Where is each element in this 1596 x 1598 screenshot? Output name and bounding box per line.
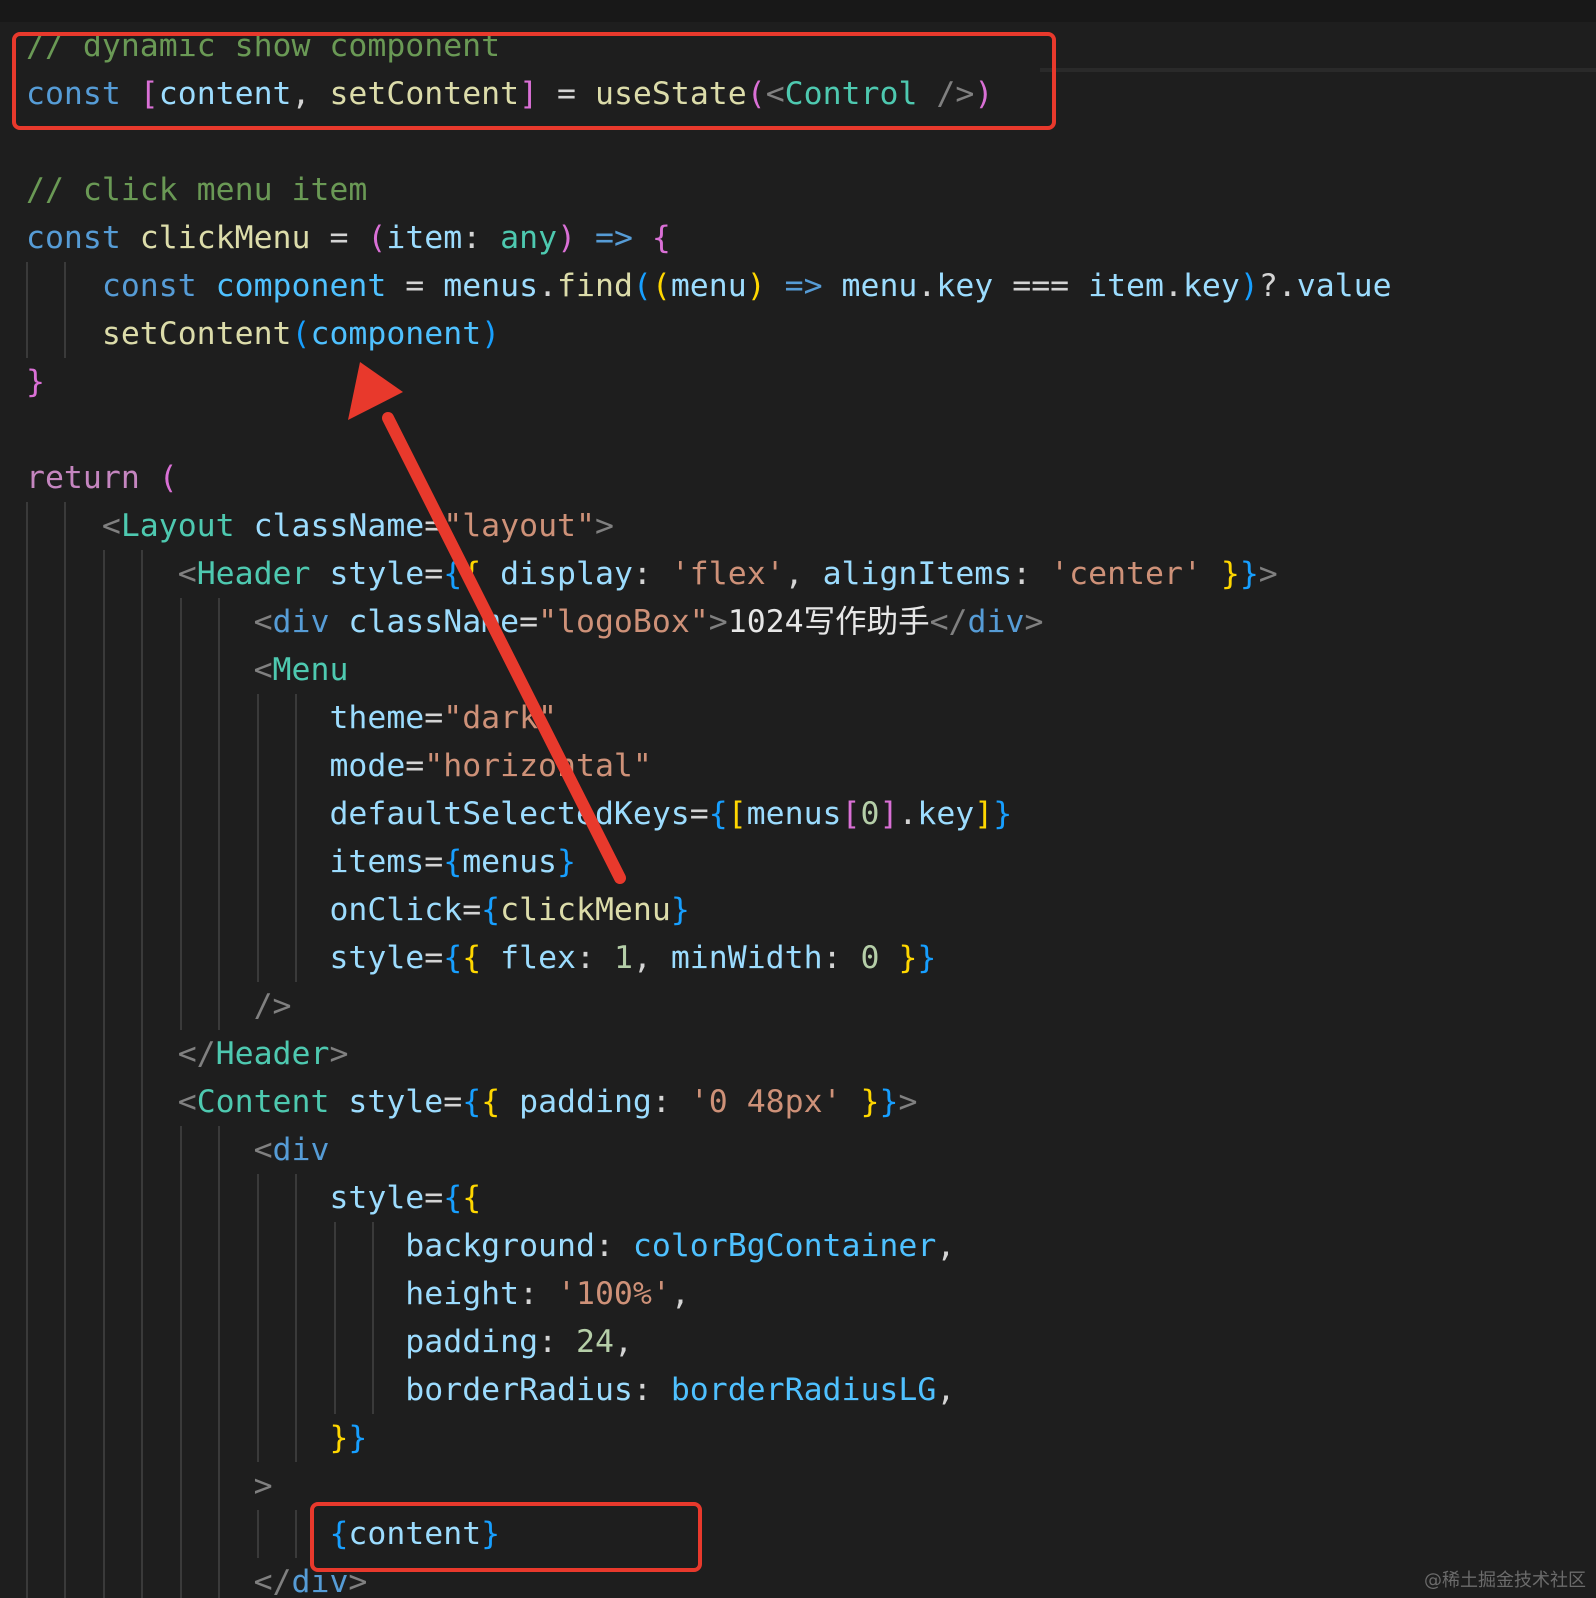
code-editor[interactable]: // dynamic show component const [content,…: [0, 0, 1596, 1598]
annotation-arrow: [348, 362, 626, 884]
watermark: @稀土掘金技术社区: [1424, 1570, 1586, 1591]
